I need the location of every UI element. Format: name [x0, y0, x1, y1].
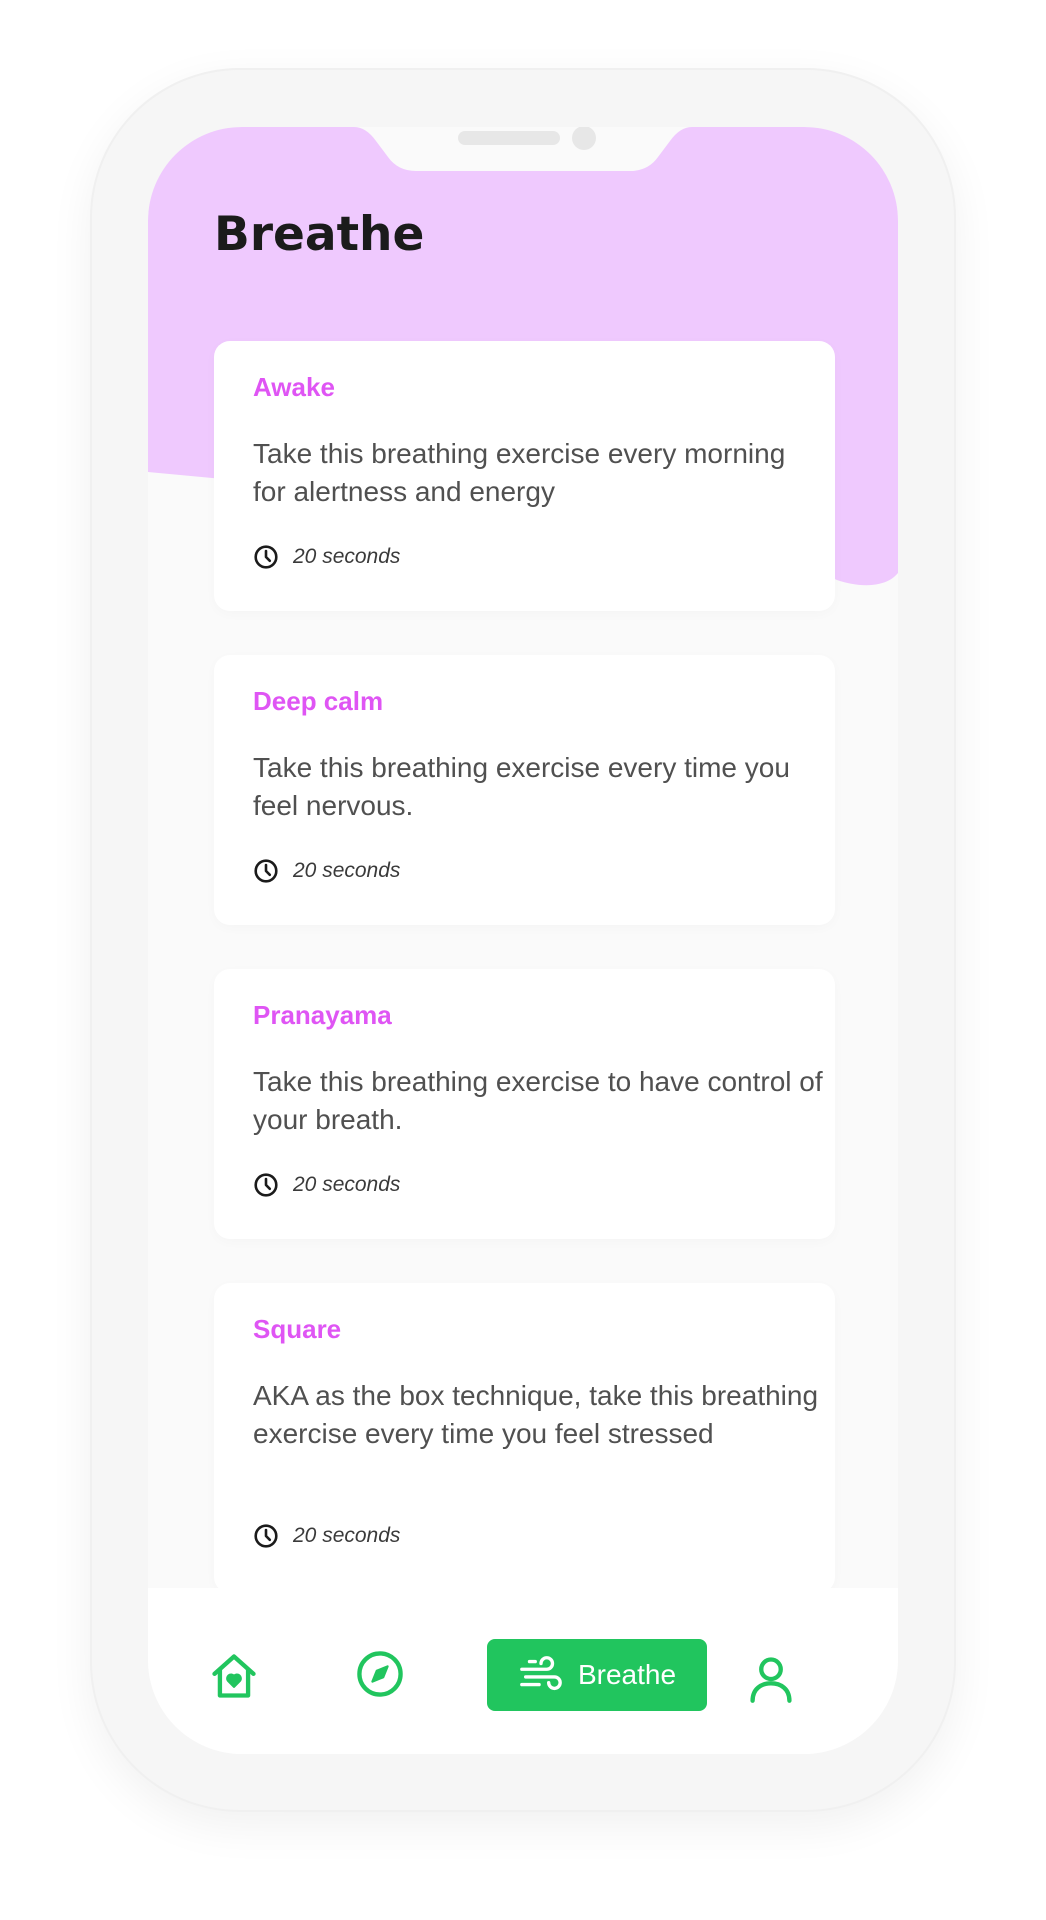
- page-title: Breathe: [214, 207, 425, 262]
- notch-speaker: [458, 131, 560, 145]
- home-heart-icon[interactable]: [208, 1650, 260, 1702]
- exercise-title: Pranayama: [253, 1000, 392, 1030]
- exercise-duration: 20 seconds: [253, 1523, 400, 1549]
- exercise-title: Awake: [253, 372, 335, 402]
- duration-label: 20 seconds: [293, 1524, 401, 1547]
- exercise-card-deep-calm[interactable]: Deep calm Take this breathing exercise e…: [214, 655, 835, 925]
- exercise-description: AKA as the box technique, take this brea…: [253, 1380, 819, 1449]
- exercise-card-awake[interactable]: Awake Take this breathing exercise every…: [214, 341, 835, 611]
- exercise-description: Take this breathing exercise every morni…: [253, 438, 786, 507]
- notch-camera: [572, 127, 596, 150]
- clock-icon: [254, 545, 278, 569]
- exercise-duration: 20 seconds: [253, 544, 400, 570]
- clock-icon: [254, 859, 278, 883]
- exercise-duration: 20 seconds: [253, 858, 400, 884]
- exercise-title: Square: [253, 1314, 342, 1344]
- app-screen: Breathe Awake Take this breathing exerci…: [148, 127, 898, 1754]
- duration-label: 20 seconds: [293, 545, 401, 568]
- duration-label: 20 seconds: [293, 859, 401, 882]
- exercise-description: Take this breathing exercise to have con…: [253, 1066, 823, 1135]
- exercise-card-square[interactable]: Square AKA as the box technique, take th…: [214, 1283, 835, 1593]
- exercise-title: Deep calm: [253, 686, 384, 716]
- exercise-description: Take this breathing exercise every time …: [253, 752, 790, 821]
- nav-breathe-label: Breathe: [577, 1659, 677, 1690]
- wind-icon: [520, 1656, 562, 1691]
- exercise-card-pranayama[interactable]: Pranayama Take this breathing exercise t…: [214, 969, 835, 1239]
- exercise-duration: 20 seconds: [253, 1172, 400, 1198]
- user-icon[interactable]: [745, 1653, 797, 1705]
- duration-label: 20 seconds: [293, 1173, 401, 1196]
- clock-icon: [254, 1173, 278, 1197]
- clock-icon: [254, 1524, 278, 1548]
- bottom-nav: Breathe: [148, 1588, 898, 1754]
- compass-icon[interactable]: [354, 1648, 406, 1700]
- nav-item-breathe[interactable]: Breathe: [487, 1639, 707, 1711]
